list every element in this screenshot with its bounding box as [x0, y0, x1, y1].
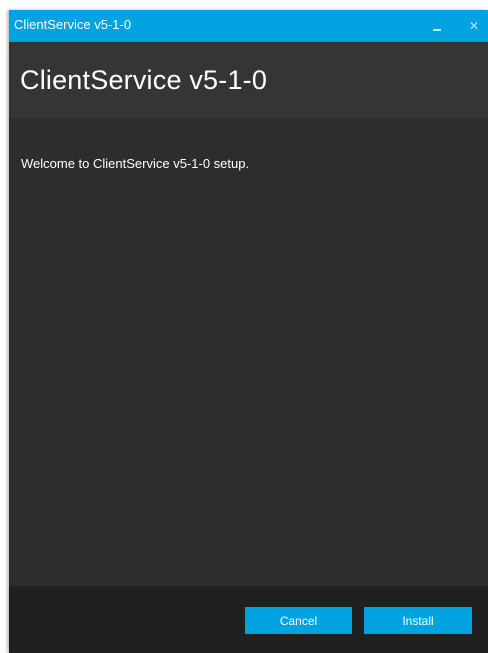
welcome-text: Welcome to ClientService v5-1-0 setup. [21, 156, 250, 171]
header-panel: ClientService v5-1-0 [9, 42, 488, 118]
close-button[interactable]: ✕ [463, 10, 485, 42]
close-icon: ✕ [468, 19, 480, 33]
title-bar[interactable]: ClientService v5-1-0 ✕ [9, 10, 488, 42]
installer-window: ClientService v5-1-0 ✕ ClientService v5-… [9, 10, 488, 653]
install-button[interactable]: Install [364, 607, 472, 634]
window-title: ClientService v5-1-0 [14, 17, 132, 32]
content-panel: Welcome to ClientService v5-1-0 setup. [9, 118, 488, 586]
footer-bar: Cancel Install [9, 586, 488, 653]
minimize-button[interactable] [427, 10, 449, 42]
minimize-icon [433, 29, 441, 31]
cancel-button[interactable]: Cancel [245, 607, 352, 634]
page-title: ClientService v5-1-0 [20, 65, 268, 95]
